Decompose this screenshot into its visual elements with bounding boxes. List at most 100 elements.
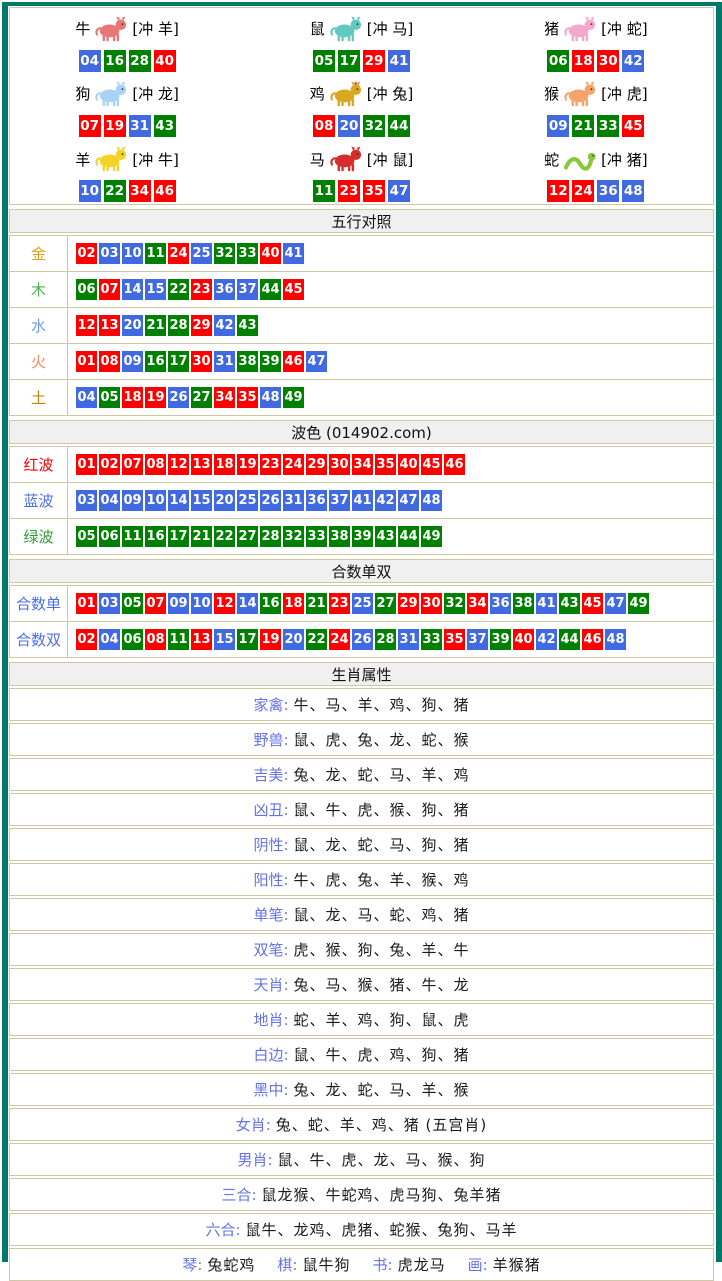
attribute-segment: 家禽:牛、马、羊、鸡、狗、猪	[253, 694, 469, 715]
attribute-label: 画:	[468, 1254, 488, 1275]
zodiac-name: 羊	[75, 149, 90, 170]
number-ball: 30	[421, 593, 442, 614]
number-row: 金02031011242532334041	[10, 236, 713, 271]
zodiac-numbers: 05172941	[313, 50, 410, 72]
number-ball: 32	[214, 243, 235, 264]
monkey-icon	[562, 79, 598, 109]
number-ball: 34	[352, 454, 373, 475]
number-ball: 18	[214, 454, 235, 475]
zodiac-clash-label: [冲 牛]	[132, 149, 178, 170]
attribute-value: 鼠、牛、虎、龙、马、猴、狗	[278, 1149, 486, 1170]
number-ball: 07	[145, 593, 166, 614]
number-row: 合数双0204060811131517192022242628313335373…	[10, 621, 713, 657]
number-ball: 06	[122, 629, 143, 650]
attribute-value: 鼠、牛、虎、猴、狗、猪	[294, 799, 470, 820]
row-label: 红波	[10, 447, 68, 482]
number-ball: 16	[260, 593, 281, 614]
number-ball: 03	[99, 593, 120, 614]
number-ball: 06	[547, 50, 569, 72]
attribute-row: 琴:兔蛇鸡棋:鼠牛狗书:虎龙马画:羊猴猪	[9, 1248, 714, 1281]
attribute-label: 书:	[373, 1254, 393, 1275]
number-ball: 48	[260, 387, 281, 408]
number-ball: 04	[79, 50, 101, 72]
number-ball: 48	[622, 180, 644, 202]
zodiac-cell: 羊[冲 牛]10223446	[10, 139, 244, 204]
zodiac-header: 蛇[冲 猪]	[544, 142, 648, 176]
number-row: 水1213202128294243	[10, 307, 713, 343]
number-ball: 38	[329, 526, 350, 547]
zodiac-cell: 马[冲 鼠]11233547	[244, 139, 478, 204]
attribute-value: 鼠牛狗	[302, 1254, 350, 1275]
attribute-segment: 吉美:兔、龙、蛇、马、羊、鸡	[253, 764, 469, 785]
attribute-label: 吉美:	[253, 764, 288, 785]
attribute-value: 鼠龙猴、牛蛇鸡、虎马狗、兔羊猪	[262, 1184, 502, 1205]
number-ball: 41	[388, 50, 410, 72]
number-ball: 29	[363, 50, 385, 72]
number-ball: 17	[237, 629, 258, 650]
number-ball: 10	[79, 180, 101, 202]
number-row: 绿波05061116172122272832333839434449	[10, 518, 713, 554]
zodiac-header: 猪[冲 蛇]	[544, 12, 648, 46]
number-ball: 09	[122, 351, 143, 372]
zodiac-clash-label: [冲 鼠]	[367, 149, 413, 170]
number-ball: 07	[99, 279, 120, 300]
zodiac-cell: 狗[冲 龙]07193143	[10, 73, 244, 138]
number-ball: 19	[260, 629, 281, 650]
number-ball: 42	[622, 50, 644, 72]
zodiac-name: 鸡	[310, 83, 325, 104]
number-ball: 08	[99, 351, 120, 372]
content: 牛[冲 羊]04162840鼠[冲 马]05172941猪[冲 蛇]061830…	[9, 7, 714, 1281]
heshu-table: 合数单0103050709101214161821232527293032343…	[9, 585, 714, 658]
number-ball: 10	[145, 490, 166, 511]
number-ball: 45	[283, 279, 304, 300]
number-ball: 04	[76, 387, 97, 408]
attribute-label: 凶丑:	[253, 799, 288, 820]
number-ball: 15	[214, 629, 235, 650]
number-ball: 28	[129, 50, 151, 72]
number-ball: 19	[237, 454, 258, 475]
number-ball: 23	[338, 180, 360, 202]
number-ball: 24	[168, 243, 189, 264]
zodiac-numbers: 12243648	[547, 180, 644, 202]
zodiac-name: 狗	[75, 83, 90, 104]
number-ball: 02	[76, 629, 97, 650]
number-ball: 12	[76, 315, 97, 336]
number-ball: 13	[99, 315, 120, 336]
number-ball: 20	[338, 115, 360, 137]
number-ball: 48	[421, 490, 442, 511]
number-ball: 28	[168, 315, 189, 336]
attribute-label: 天肖:	[253, 974, 288, 995]
row-numbers: 0102070812131819232429303435404546	[68, 447, 465, 482]
number-ball: 26	[168, 387, 189, 408]
number-ball: 30	[597, 50, 619, 72]
zodiac-cell: 猴[冲 虎]09213345	[479, 73, 713, 138]
number-ball: 01	[76, 454, 97, 475]
attribute-value: 蛇、羊、鸡、狗、鼠、虎	[294, 1009, 470, 1030]
number-ball: 14	[168, 490, 189, 511]
number-ball: 30	[329, 454, 350, 475]
zodiac-name: 蛇	[544, 149, 559, 170]
zodiac-numbers: 04162840	[79, 50, 176, 72]
attribute-value: 牛、虎、兔、羊、猴、鸡	[294, 869, 470, 890]
number-ball: 29	[306, 454, 327, 475]
number-ball: 05	[313, 50, 335, 72]
number-row: 土04051819262734354849	[10, 379, 713, 415]
number-ball: 45	[582, 593, 603, 614]
number-ball: 25	[352, 593, 373, 614]
number-ball: 36	[597, 180, 619, 202]
number-ball: 15	[145, 279, 166, 300]
attribute-segment: 女肖:兔、蛇、羊、鸡、猪 (五宫肖)	[236, 1114, 488, 1135]
number-ball: 20	[122, 315, 143, 336]
row-label: 绿波	[10, 519, 68, 554]
number-ball: 28	[260, 526, 281, 547]
row-numbers: 05061116172122272832333839434449	[68, 519, 442, 554]
number-ball: 37	[467, 629, 488, 650]
section-header-heshu: 合数单双	[9, 559, 714, 583]
number-ball: 02	[76, 243, 97, 264]
attribute-row: 男肖:鼠、牛、虎、龙、马、猴、狗	[9, 1143, 714, 1176]
bose-table: 红波0102070812131819232429303435404546蓝波03…	[9, 446, 714, 555]
number-ball: 16	[145, 351, 166, 372]
attribute-label: 六合:	[205, 1219, 240, 1240]
zodiac-name: 牛	[75, 18, 90, 39]
zodiac-name: 鼠	[310, 18, 325, 39]
